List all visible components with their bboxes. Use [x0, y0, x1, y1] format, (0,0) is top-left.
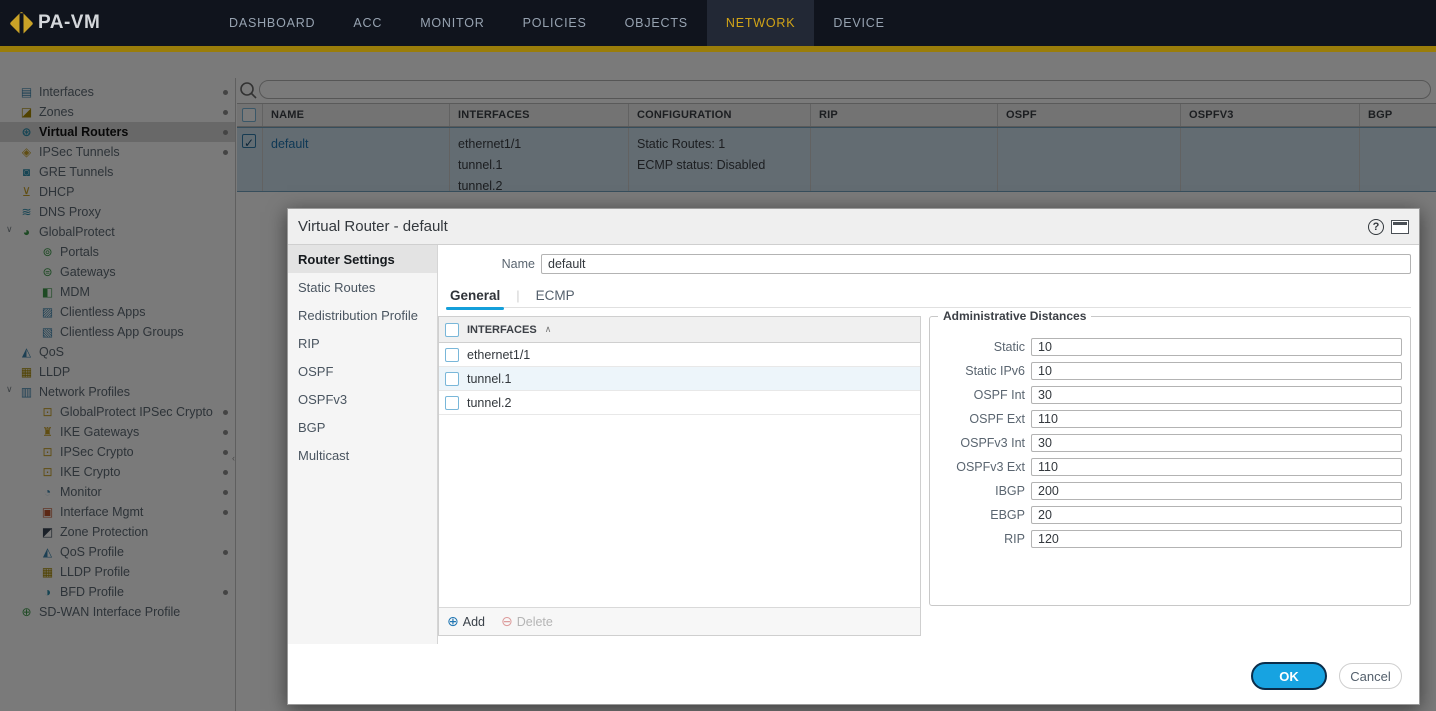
- ibgp-distance-input[interactable]: [1031, 482, 1402, 500]
- nav-tab-device[interactable]: DEVICE: [814, 0, 903, 46]
- restore-window-icon[interactable]: [1391, 220, 1409, 234]
- dialog-title-bar: Virtual Router - default ?: [288, 209, 1419, 245]
- admin-distance-label: EBGP: [930, 508, 1031, 522]
- router-settings-panel: Name General | ECMP INTERFACES ∧: [438, 245, 1419, 645]
- tab-separator: |: [516, 288, 519, 303]
- add-button-label: Add: [463, 615, 485, 629]
- main-nav-tabs: DASHBOARD ACC MONITOR POLICIES OBJECTS N…: [210, 0, 904, 46]
- interface-row-label: tunnel.1: [467, 372, 511, 386]
- dialog-nav-router-settings[interactable]: Router Settings: [288, 245, 437, 273]
- ospfv3-ext-distance-input[interactable]: [1031, 458, 1402, 476]
- static-ipv6-distance-input[interactable]: [1031, 362, 1402, 380]
- nav-tab-policies[interactable]: POLICIES: [504, 0, 606, 46]
- admin-distance-row: OSPF Ext: [930, 407, 1402, 431]
- ospf-int-distance-input[interactable]: [1031, 386, 1402, 404]
- sort-ascending-icon[interactable]: ∧: [545, 324, 552, 335]
- palo-alto-logo-icon: [9, 11, 33, 35]
- interfaces-empty-area: [439, 415, 920, 607]
- delete-icon: ⊖: [501, 613, 513, 630]
- logo-text: PA-VM: [38, 12, 100, 34]
- cancel-button[interactable]: Cancel: [1339, 663, 1402, 689]
- admin-distance-row: RIP: [930, 527, 1402, 551]
- dialog-nav-rip[interactable]: RIP: [288, 329, 437, 357]
- static-distance-input[interactable]: [1031, 338, 1402, 356]
- interfaces-column-header[interactable]: INTERFACES: [467, 324, 537, 336]
- interfaces-panel-header: INTERFACES ∧: [439, 317, 920, 343]
- dialog-nav-bgp[interactable]: BGP: [288, 413, 437, 441]
- admin-distance-row: OSPFv3 Ext: [930, 455, 1402, 479]
- virtual-router-dialog: Virtual Router - default ? Router Settin…: [287, 208, 1420, 705]
- admin-distance-label: OSPF Ext: [930, 412, 1031, 426]
- interfaces-panel-footer: ⊕ Add ⊖ Delete: [439, 607, 920, 635]
- ebgp-distance-input[interactable]: [1031, 506, 1402, 524]
- help-icon[interactable]: ?: [1368, 219, 1384, 235]
- admin-distance-row: EBGP: [930, 503, 1402, 527]
- accent-bar: [0, 46, 1436, 52]
- interface-row-label: ethernet1/1: [467, 348, 530, 362]
- pa-vm-logo: PA-VM: [0, 0, 210, 46]
- rip-distance-input[interactable]: [1031, 530, 1402, 548]
- admin-distance-label: OSPF Int: [930, 388, 1031, 402]
- name-label: Name: [438, 257, 541, 271]
- dialog-nav: Router Settings Static Routes Redistribu…: [288, 245, 438, 645]
- interface-row[interactable]: tunnel.2: [439, 391, 920, 415]
- nav-tab-dashboard[interactable]: DASHBOARD: [210, 0, 334, 46]
- admin-distance-label: IBGP: [930, 484, 1031, 498]
- interface-row-label: tunnel.2: [467, 396, 511, 410]
- interfaces-rows: ethernet1/1 tunnel.1 tunnel.2: [439, 343, 920, 415]
- dialog-tab-strip: General | ECMP: [446, 284, 1411, 308]
- admin-distance-label: RIP: [930, 532, 1031, 546]
- dialog-nav-static-routes[interactable]: Static Routes: [288, 273, 437, 301]
- administrative-distances-group: Administrative Distances Static Static I…: [929, 316, 1411, 606]
- tab-general[interactable]: General: [446, 284, 504, 308]
- admin-distance-row: Static IPv6: [930, 359, 1402, 383]
- delete-button-label: Delete: [517, 615, 553, 629]
- dialog-nav-redistribution-profile[interactable]: Redistribution Profile: [288, 301, 437, 329]
- name-row: Name: [438, 254, 1411, 274]
- top-navbar: PA-VM DASHBOARD ACC MONITOR POLICIES OBJ…: [0, 0, 1436, 46]
- nav-tab-acc[interactable]: ACC: [334, 0, 401, 46]
- add-button[interactable]: ⊕ Add: [447, 613, 485, 630]
- dialog-title: Virtual Router - default: [298, 218, 448, 235]
- tab-ecmp[interactable]: ECMP: [532, 284, 579, 308]
- admin-distance-row: Static: [930, 335, 1402, 359]
- nav-tab-objects[interactable]: OBJECTS: [606, 0, 707, 46]
- interface-row[interactable]: ethernet1/1: [439, 343, 920, 367]
- admin-distance-label: Static: [930, 340, 1031, 354]
- dialog-nav-multicast[interactable]: Multicast: [288, 441, 437, 469]
- interfaces-panel: INTERFACES ∧ ethernet1/1 tunnel.1: [438, 316, 921, 636]
- admin-distance-row: IBGP: [930, 479, 1402, 503]
- admin-distance-row: OSPFv3 Int: [930, 431, 1402, 455]
- admin-distance-label: OSPFv3 Int: [930, 436, 1031, 450]
- admin-distance-label: Static IPv6: [930, 364, 1031, 378]
- admin-distance-row: OSPF Int: [930, 383, 1402, 407]
- add-icon: ⊕: [447, 613, 459, 630]
- nav-tab-monitor[interactable]: MONITOR: [401, 0, 503, 46]
- interface-row-checkbox[interactable]: [445, 372, 459, 386]
- dialog-body: Router Settings Static Routes Redistribu…: [288, 245, 1419, 645]
- dialog-nav-ospfv3[interactable]: OSPFv3: [288, 385, 437, 413]
- admin-distance-label: OSPFv3 Ext: [930, 460, 1031, 474]
- name-field[interactable]: [541, 254, 1411, 274]
- nav-tab-network[interactable]: NETWORK: [707, 0, 815, 46]
- ospfv3-int-distance-input[interactable]: [1031, 434, 1402, 452]
- ospf-ext-distance-input[interactable]: [1031, 410, 1402, 428]
- dialog-footer: OK Cancel: [288, 644, 1419, 704]
- delete-button[interactable]: ⊖ Delete: [501, 613, 553, 630]
- interfaces-select-all-checkbox[interactable]: [445, 323, 459, 337]
- dialog-nav-ospf[interactable]: OSPF: [288, 357, 437, 385]
- interface-row[interactable]: tunnel.1: [439, 367, 920, 391]
- ok-button[interactable]: OK: [1251, 662, 1327, 690]
- administrative-distances-legend: Administrative Distances: [938, 309, 1091, 323]
- interface-row-checkbox[interactable]: [445, 396, 459, 410]
- interface-row-checkbox[interactable]: [445, 348, 459, 362]
